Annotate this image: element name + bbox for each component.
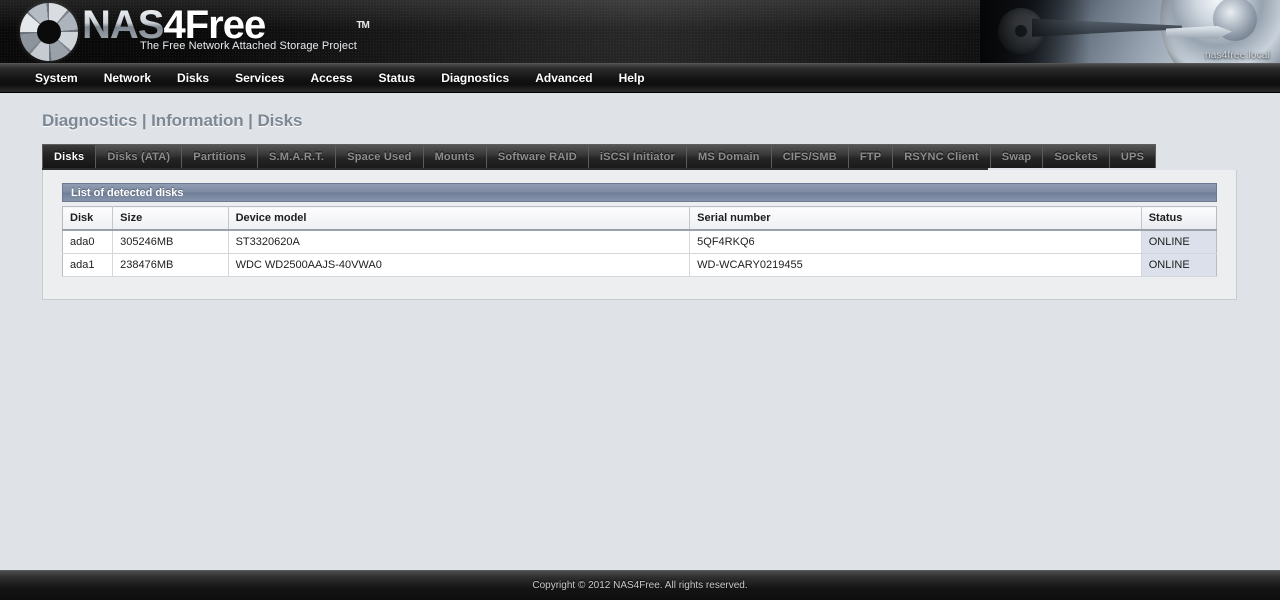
cell-model: WDC WD2500AAJS-40VWA0 bbox=[228, 253, 691, 277]
section-header: List of detected disks bbox=[62, 183, 1217, 202]
nas4free-ring-icon bbox=[20, 3, 78, 61]
page-body: Diagnostics | Information | Disks Disks D… bbox=[0, 93, 1280, 600]
tab-rsync-client[interactable]: RSYNC Client bbox=[893, 144, 991, 168]
nav-item-status[interactable]: Status bbox=[366, 64, 429, 92]
table-row: ada0 305246MB ST3320620A 5QF4RKQ6 ONLINE bbox=[62, 230, 1217, 254]
hdd-photo-vignette bbox=[980, 0, 1090, 63]
cell-status: ONLINE bbox=[1140, 253, 1217, 277]
nav-item-network[interactable]: Network bbox=[91, 64, 164, 92]
column-header-status: Status bbox=[1140, 206, 1217, 231]
cell-size: 305246MB bbox=[112, 230, 229, 254]
logo-text-block: NAS4Free TM The Free Network Attached Sto… bbox=[82, 3, 370, 52]
tab-ms-domain[interactable]: MS Domain bbox=[687, 144, 772, 168]
column-header-disk: Disk bbox=[62, 206, 114, 231]
cell-status: ONLINE bbox=[1140, 230, 1217, 254]
table-body: ada0 305246MB ST3320620A 5QF4RKQ6 ONLINE ada1… bbox=[62, 230, 1217, 277]
copyright-text: Copyright © 2012 NAS4Free. All rights re… bbox=[532, 580, 748, 591]
nav-item-help[interactable]: Help bbox=[606, 64, 658, 92]
column-header-size: Size bbox=[112, 206, 229, 231]
tab-sockets[interactable]: Sockets bbox=[1043, 144, 1110, 168]
cell-disk: ada0 bbox=[62, 230, 114, 254]
cell-model: ST3320620A bbox=[228, 230, 691, 254]
detected-disks-table: Disk Size Device model Serial number Status … bbox=[62, 206, 1217, 277]
table-header: Disk Size Device model Serial number Status bbox=[62, 206, 1217, 231]
tab-ftp[interactable]: FTP bbox=[848, 144, 894, 168]
tab-disks[interactable]: Disks bbox=[42, 144, 97, 168]
cell-disk: ada1 bbox=[62, 253, 114, 277]
tab-iscsi-initiator[interactable]: iSCSI Initiator bbox=[588, 144, 687, 168]
site-logo[interactable]: NAS4Free TM The Free Network Attached Sto… bbox=[20, 3, 370, 61]
tab-swap[interactable]: Swap bbox=[990, 144, 1044, 168]
cell-size: 238476MB bbox=[112, 253, 229, 277]
tab-ups[interactable]: UPS bbox=[1109, 144, 1157, 168]
tab-partitions[interactable]: Partitions bbox=[182, 144, 259, 168]
tab-software-raid[interactable]: Software RAID bbox=[486, 144, 589, 168]
tab-cifs-smb[interactable]: CIFS/SMB bbox=[771, 144, 849, 168]
logo-tagline: The Free Network Attached Storage Projec… bbox=[140, 40, 357, 52]
nav-item-services[interactable]: Services bbox=[222, 64, 297, 92]
content-panel: List of detected disks Disk Size Device mo… bbox=[42, 170, 1237, 300]
tab-disks-ata[interactable]: Disks (ATA) bbox=[96, 144, 183, 168]
tab-bar: Disks Disks (ATA) Partitions S.M.A.R.T. Spac… bbox=[42, 144, 1157, 170]
main-navigation: System Network Disks Services Access Status Di… bbox=[0, 63, 1280, 93]
nav-item-system[interactable]: System bbox=[22, 64, 91, 92]
nav-item-access[interactable]: Access bbox=[297, 64, 365, 92]
cell-serial: 5QF4RKQ6 bbox=[689, 230, 1142, 254]
nav-item-advanced[interactable]: Advanced bbox=[522, 64, 605, 92]
hostname-label: nas4free.local bbox=[1204, 50, 1270, 61]
tab-space-used[interactable]: Space Used bbox=[336, 144, 424, 168]
tab-mounts[interactable]: Mounts bbox=[423, 144, 487, 168]
trademark-symbol: TM bbox=[356, 20, 369, 31]
nav-item-diagnostics[interactable]: Diagnostics bbox=[428, 64, 522, 92]
page-title: Diagnostics | Information | Disks bbox=[42, 111, 303, 130]
nav-item-disks[interactable]: Disks bbox=[164, 64, 222, 92]
table-row: ada1 238476MB WDC WD2500AAJS-40VWA0 WD-WCAR… bbox=[62, 253, 1217, 277]
tab-s-m-a-r-t[interactable]: S.M.A.R.T. bbox=[258, 144, 337, 168]
cell-serial: WD-WCARY0219455 bbox=[689, 253, 1142, 277]
site-footer: Copyright © 2012 NAS4Free. All rights re… bbox=[0, 570, 1280, 600]
table-header-row: Disk Size Device model Serial number Status bbox=[62, 206, 1217, 231]
column-header-device-model: Device model bbox=[228, 206, 691, 231]
column-header-serial-number: Serial number bbox=[689, 206, 1142, 231]
site-header: nas4free.local NAS4Free TM The Free Netwo… bbox=[0, 0, 1280, 63]
